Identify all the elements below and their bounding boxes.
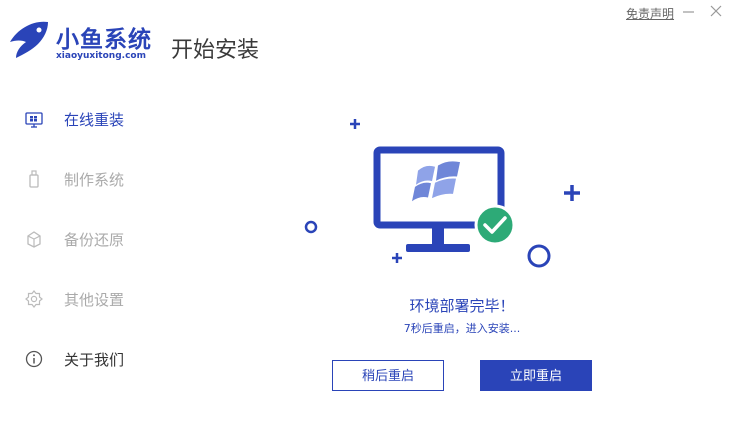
- backup-icon: [27, 231, 41, 248]
- ring-icon: [304, 220, 318, 234]
- plus-icon: [564, 185, 580, 201]
- logo-name: 小鱼系统: [56, 27, 152, 53]
- restart-now-button[interactable]: 立即重启: [480, 360, 592, 391]
- install-complete-illustration: [304, 119, 580, 268]
- sidebar-item-about-us[interactable]: 关于我们: [24, 347, 154, 371]
- sidebar-item-label: 关于我们: [64, 351, 125, 369]
- close-icon[interactable]: [708, 3, 724, 19]
- success-check-icon: [474, 204, 516, 246]
- monitor-icon: [25, 112, 43, 128]
- sidebar-item-label: 在线重装: [64, 111, 125, 129]
- sidebar-item-label: 备份还原: [64, 231, 125, 249]
- sidebar-item-label: 其他设置: [64, 291, 125, 309]
- ring-icon: [527, 244, 551, 268]
- disclaimer-link[interactable]: 免责声明: [626, 5, 674, 22]
- info-icon: [25, 350, 43, 368]
- usb-icon: [29, 170, 39, 188]
- sidebar-item-backup-restore[interactable]: 备份还原: [24, 227, 154, 251]
- status-title: 环境部署完毕！: [409, 297, 515, 315]
- app-logo: 小鱼系统 xiaoyuxitong.com: [4, 14, 164, 66]
- sidebar-item-other-settings[interactable]: 其他设置: [24, 287, 154, 311]
- sidebar-item-make-system[interactable]: 制作系统: [24, 167, 154, 191]
- fish-logo-icon: [10, 21, 48, 58]
- windows-logo-icon: [412, 161, 460, 202]
- logo-domain: xiaoyuxitong.com: [56, 51, 146, 61]
- restart-later-button[interactable]: 稍后重启: [332, 360, 444, 391]
- sidebar-item-label: 制作系统: [64, 171, 125, 189]
- gear-icon: [25, 290, 43, 308]
- minimize-icon[interactable]: [681, 3, 697, 19]
- page-title: 开始安装: [171, 38, 260, 63]
- sidebar-item-online-reinstall[interactable]: 在线重装: [24, 107, 154, 131]
- plus-icon: [350, 119, 360, 129]
- plus-icon: [392, 253, 402, 263]
- status-countdown: 7秒后重启，进入安装...: [403, 322, 521, 335]
